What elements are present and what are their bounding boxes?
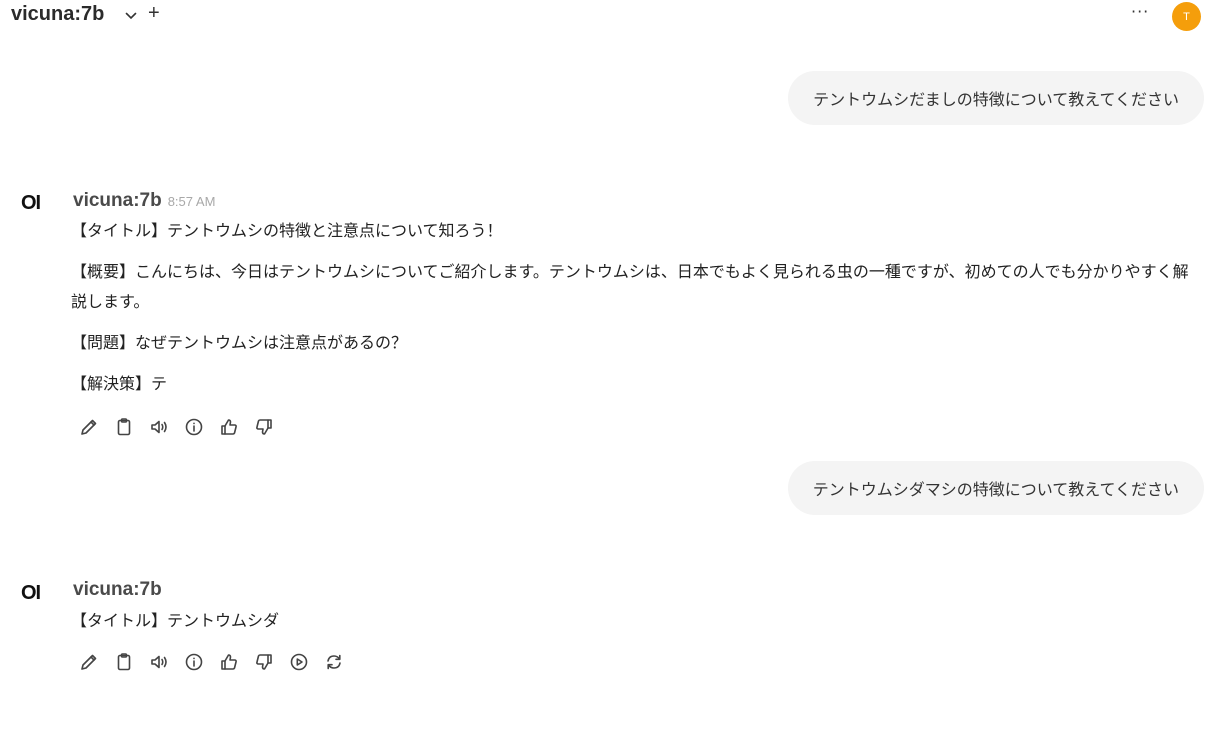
read-aloud-icon[interactable] xyxy=(149,652,169,672)
thumbs-down-icon[interactable] xyxy=(254,417,274,437)
assistant-logo-icon: OI xyxy=(21,192,41,214)
assistant-message-body: 【タイトル】テントウムシダ xyxy=(71,606,1203,647)
copy-icon[interactable] xyxy=(114,652,134,672)
message-paragraph: 【タイトル】テントウムシダ xyxy=(71,611,280,630)
edit-icon[interactable] xyxy=(79,652,99,672)
continue-icon[interactable] xyxy=(289,652,309,672)
user-message-bubble: テントウムシだましの特徴について教えてください xyxy=(788,71,1204,125)
message-paragraph: 【概要】こんにちは、今日はテントウムシについてご紹介します。テントウムシは、日本… xyxy=(71,262,1189,311)
message-paragraph: 【解決策】テ xyxy=(71,374,168,393)
assistant-logo-icon: OI xyxy=(21,582,41,604)
message-timestamp: 8:57 AM xyxy=(167,194,216,209)
plus-icon[interactable]: + xyxy=(148,2,160,25)
thumbs-down-icon[interactable] xyxy=(254,652,274,672)
message-action-bar xyxy=(79,652,344,672)
assistant-name: vicuna:7b xyxy=(73,190,162,211)
model-selector-title[interactable]: vicuna:7b xyxy=(11,3,104,26)
user-message-text: テントウムシダマシの特徴について教えてください xyxy=(812,480,1179,499)
user-message-text: テントウムシだましの特徴について教えてください xyxy=(813,90,1179,109)
message-paragraph: 【タイトル】テントウムシの特徴と注意点について知ろう！ xyxy=(71,221,503,240)
info-icon[interactable] xyxy=(184,652,204,672)
top-bar: vicuna:7b + ··· T xyxy=(0,0,1207,31)
read-aloud-icon[interactable] xyxy=(149,417,169,437)
message-action-bar xyxy=(79,417,274,437)
assistant-name: vicuna:7b xyxy=(73,579,162,600)
thumbs-up-icon[interactable] xyxy=(219,417,239,437)
assistant-message-body: 【タイトル】テントウムシの特徴と注意点について知ろう！ 【概要】こんにちは、今日… xyxy=(71,216,1203,410)
chevron-down-icon[interactable] xyxy=(124,8,138,22)
regenerate-icon[interactable] xyxy=(324,652,344,672)
assistant-message-header: vicuna:7b xyxy=(73,579,162,601)
more-horizontal-icon[interactable]: ··· xyxy=(1131,2,1149,21)
info-icon[interactable] xyxy=(184,417,204,437)
user-avatar[interactable]: T xyxy=(1172,2,1201,31)
thumbs-up-icon[interactable] xyxy=(219,652,239,672)
message-paragraph: 【問題】なぜテントウムシは注意点があるの？ xyxy=(71,333,408,352)
user-message-bubble: テントウムシダマシの特徴について教えてください xyxy=(787,461,1204,515)
assistant-message-header: vicuna:7b 8:57 AM xyxy=(73,190,215,212)
edit-icon[interactable] xyxy=(79,417,99,437)
copy-icon[interactable] xyxy=(114,417,134,437)
